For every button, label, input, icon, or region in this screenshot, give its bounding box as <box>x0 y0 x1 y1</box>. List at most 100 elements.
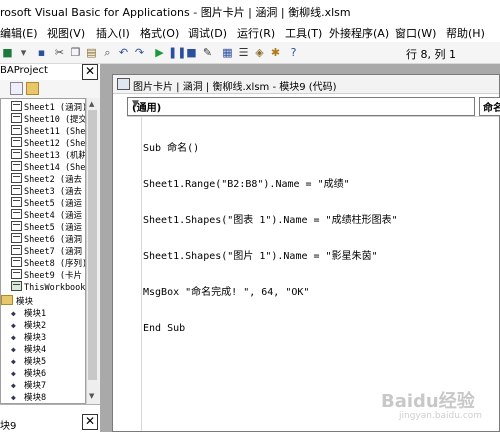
tree-item-sheet13[interactable]: Sheet13 (机耕 <box>11 149 85 161</box>
reset-icon[interactable]: ■ <box>184 45 199 60</box>
module-icon: ◆ <box>11 321 16 330</box>
properties-close-button[interactable]: ✕ <box>82 414 98 430</box>
break-icon[interactable]: ❚❚ <box>168 45 186 60</box>
code-text[interactable]: Sub 命名() Sheet1.Range("B2:B8").Name = "成… <box>143 119 398 359</box>
toggle-folders-icon[interactable] <box>26 82 39 95</box>
run-icon[interactable]: ▶ <box>152 45 167 60</box>
worksheet-icon <box>11 137 22 147</box>
workbook-icon <box>11 281 22 291</box>
object-browser-icon[interactable]: ◈ <box>252 45 267 60</box>
tree-item-module2[interactable]: ◆ 模块2 <box>11 320 46 332</box>
tree-item-module1[interactable]: ◆ 模块1 <box>11 308 46 320</box>
module-icon: ◆ <box>11 393 16 402</box>
save-icon[interactable]: ▪ <box>34 45 49 60</box>
tree-item-sheet8[interactable]: Sheet8 (序列) <box>11 257 85 269</box>
tree-item-sheet2[interactable]: Sheet2 (涵去 <box>11 173 82 185</box>
worksheet-icon <box>11 257 22 267</box>
cursor-position: 行 8, 列 1 <box>406 48 456 61</box>
undo-icon[interactable]: ↶ <box>116 45 131 60</box>
menu-item-debug[interactable]: 调试(D) <box>188 25 227 41</box>
chevron-down-icon[interactable]: ▼ <box>132 99 472 109</box>
code-window: 图片卡片 | 涵洞 | 衡柳线.xlsm - 模块9 (代码) (通用) ▼ 命… <box>112 74 500 432</box>
code-line: Sub 命名() <box>143 143 200 154</box>
scroll-down-icon[interactable]: ▼ <box>89 392 94 400</box>
menu-bar: 编辑(E) 视图(V) 插入(I) 格式(O) 调试(D) 运行(R) 工具(T… <box>0 22 500 42</box>
code-line: Sheet1.Shapes("图片 1").Name = "影星朱茵" <box>143 251 378 262</box>
tree-item-sheet7[interactable]: Sheet7 (涵洞 <box>11 245 82 257</box>
view-object-icon[interactable] <box>10 82 23 95</box>
worksheet-icon <box>11 125 22 135</box>
tree-item-module8[interactable]: ◆ 模块8 <box>11 392 46 403</box>
design-mode-icon[interactable]: ✎ <box>200 45 215 60</box>
menu-item-view[interactable]: 视图(V) <box>47 25 85 41</box>
object-combo[interactable]: (通用) ▼ <box>127 97 475 116</box>
tree-item-sheet5b[interactable]: Sheet5 (涵运 <box>11 221 82 233</box>
tree-item-sheet12[interactable]: Sheet12 (Shee <box>11 137 85 149</box>
paste-icon[interactable]: ▤ <box>84 45 99 60</box>
tree-folder-modules[interactable]: 模块 <box>1 295 33 307</box>
code-line: Sheet1.Range("B2:B8").Name = "成绩" <box>143 179 350 190</box>
worksheet-icon <box>11 185 22 195</box>
code-line: End Sub <box>143 323 186 334</box>
worksheet-icon <box>11 197 22 207</box>
worksheet-icon <box>11 149 22 159</box>
project-explorer-icon[interactable]: ▦ <box>220 45 235 60</box>
project-explorer-header: BAProject ✕ <box>0 64 100 80</box>
watermark: Baidu经验 jingyan.baidu.com <box>381 385 491 425</box>
code-editor[interactable]: Sub 命名() Sheet1.Range("B2:B8").Name = "成… <box>127 116 499 431</box>
code-line: Sheet1.Shapes("图表 1").Name = "成绩柱形图表" <box>143 215 398 226</box>
tree-item-sheet4[interactable]: Sheet4 (涵运 <box>11 209 82 221</box>
code-window-title: 图片卡片 | 涵洞 | 衡柳线.xlsm - 模块9 (代码) <box>133 82 337 93</box>
project-explorer-close-button[interactable]: ✕ <box>82 64 98 80</box>
code-window-icon <box>117 78 130 90</box>
menu-item-addins[interactable]: 外接程序(A) <box>329 25 389 41</box>
tree-item-sheet6[interactable]: Sheet6 (涵洞 <box>11 233 82 245</box>
tree-item-module5[interactable]: ◆ 模块5 <box>11 356 46 368</box>
menu-item-run[interactable]: 运行(R) <box>237 25 275 41</box>
window-titlebar: rosoft Visual Basic for Applications - 图… <box>0 0 500 22</box>
copy-icon[interactable]: ❐ <box>68 45 83 60</box>
project-explorer-title: BAProject <box>0 65 48 76</box>
code-line: MsgBox "命名完成! ", 64, "OK" <box>143 287 310 298</box>
tree-item-sheet5a[interactable]: Sheet5 (涵运 <box>11 197 82 209</box>
worksheet-icon <box>11 233 22 243</box>
redo-icon[interactable]: ↷ <box>132 45 147 60</box>
tree-item-module6[interactable]: ◆ 模块6 <box>11 368 46 380</box>
code-window-titlebar[interactable]: 图片卡片 | 涵洞 | 衡柳线.xlsm - 模块9 (代码) <box>113 75 499 94</box>
tree-item-module3[interactable]: ◆ 模块3 <box>11 332 46 344</box>
tree-item-module4[interactable]: ◆ 模块4 <box>11 344 46 356</box>
worksheet-icon <box>11 209 22 219</box>
module-icon: ◆ <box>11 309 16 318</box>
excel-icon[interactable]: ■ <box>0 45 15 60</box>
insert-icon[interactable]: ▾ <box>16 45 31 60</box>
project-tree-scrollbar[interactable]: ▲ ▼ <box>86 98 98 404</box>
find-icon[interactable]: ⌕ <box>100 45 115 60</box>
tree-item-module7[interactable]: ◆ 模块7 <box>11 380 46 392</box>
tree-item-sheet1[interactable]: Sheet1 (涵洞) <box>11 101 85 113</box>
margin-indicator-bar[interactable] <box>127 117 142 431</box>
properties-icon[interactable]: ☰ <box>236 45 251 60</box>
menu-item-tools[interactable]: 工具(T) <box>285 25 322 41</box>
tree-item-sheet3[interactable]: Sheet3 (涵去 <box>11 185 82 197</box>
help-icon[interactable]: ? <box>286 45 301 60</box>
scroll-up-icon[interactable]: ▲ <box>89 100 94 108</box>
worksheet-icon <box>11 245 22 255</box>
menu-item-format[interactable]: 格式(O) <box>140 25 179 41</box>
module-icon: ◆ <box>11 345 16 354</box>
menu-item-window[interactable]: 窗口(W) <box>395 25 436 41</box>
cut-icon[interactable]: ✂ <box>52 45 67 60</box>
module-icon: ◆ <box>11 369 16 378</box>
tree-item-sheet10[interactable]: Sheet10 (提交 <box>11 113 85 125</box>
menu-item-insert[interactable]: 插入(I) <box>96 25 130 41</box>
tree-item-sheet9[interactable]: Sheet9 (卡片 <box>11 269 82 281</box>
worksheet-icon <box>11 101 22 111</box>
tree-item-sheet11[interactable]: Sheet11 (Shee <box>11 125 85 137</box>
toolbox-icon[interactable]: ✱ <box>268 45 283 60</box>
scrollbar-thumb[interactable] <box>88 110 97 380</box>
tree-item-sheet14[interactable]: Sheet14 (Shee <box>11 161 85 173</box>
menu-item-help[interactable]: 帮助(H) <box>446 25 485 41</box>
procedure-combo[interactable]: 命名 <box>479 97 500 116</box>
tree-item-thisworkbook[interactable]: ThisWorkbook <box>11 281 85 293</box>
menu-item-edit[interactable]: 编辑(E) <box>0 25 38 41</box>
worksheet-icon <box>11 113 22 123</box>
